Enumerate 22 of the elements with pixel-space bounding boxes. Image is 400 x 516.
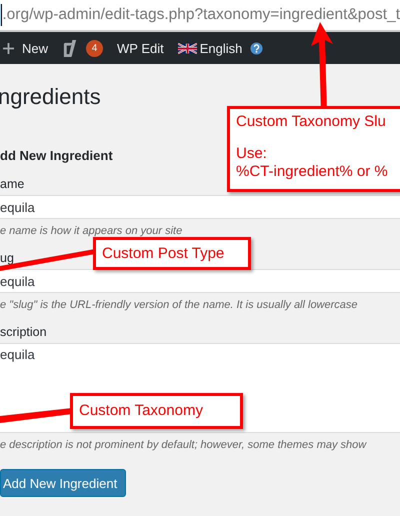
input-field[interactable]: equila — [0, 195, 400, 219]
field-hint: e description is not prominent by default; however, some themes may show — [0, 439, 368, 451]
new-menu[interactable]: New — [3, 40, 48, 56]
callout-box: Custom Post Type — [93, 237, 251, 270]
notification-badge: 4 — [86, 40, 104, 56]
field-label: ug — [0, 251, 14, 265]
add-new-button[interactable]: Add New Ingredient — [0, 469, 126, 497]
plus-icon — [3, 42, 14, 54]
callout-box: Custom Taxonomy — [70, 393, 243, 429]
form-title: dd New Ingredient — [0, 148, 113, 163]
language-menu[interactable]: English — [200, 40, 242, 56]
address-bar[interactable]: .org/wp-admin/edit-tags.php?taxonomy=ingredient&post_t — [0, 0, 400, 32]
arrow — [0, 408, 72, 423]
input-field[interactable]: equila — [0, 269, 400, 293]
help-icon[interactable] — [250, 42, 264, 54]
field-label: scription — [0, 325, 47, 339]
field-hint: e name is how it appears on your site — [0, 225, 184, 237]
plugin-menu[interactable]: WP Edit — [117, 40, 164, 56]
callout-box: Custom Taxonomy Slu Use: %CT-ingredient% or % — [227, 106, 400, 192]
flag-icon — [178, 42, 197, 54]
field-label: ame — [0, 177, 24, 191]
field-hint: e "slug" is the URL-friendly version of the name. It is usually all lowercase — [0, 299, 359, 311]
